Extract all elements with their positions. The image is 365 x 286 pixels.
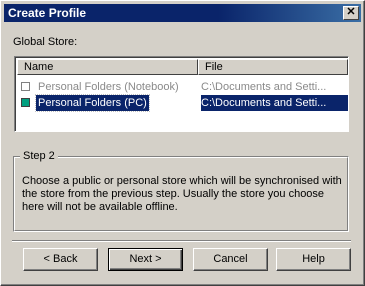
list-item[interactable]: Personal Folders (Notebook) C:\Documents… bbox=[17, 79, 348, 95]
cancel-button[interactable]: Cancel bbox=[193, 248, 268, 271]
help-button[interactable]: Help bbox=[276, 248, 351, 271]
checkbox-icon[interactable] bbox=[21, 82, 30, 91]
store-file: C:\Documents and Setti... bbox=[201, 81, 327, 93]
store-list[interactable]: Name File Personal Folders (Notebook) C:… bbox=[14, 56, 349, 132]
store-name: Personal Folders (Notebook) bbox=[38, 81, 179, 93]
list-header: Name File bbox=[17, 59, 348, 75]
dialog-title: Create Profile bbox=[8, 6, 87, 20]
step-title: Step 2 bbox=[20, 150, 58, 162]
close-button[interactable]: ✕ bbox=[343, 6, 359, 20]
store-name: Personal Folders (PC) bbox=[35, 94, 150, 112]
close-icon: ✕ bbox=[346, 6, 356, 18]
column-header-file[interactable]: File bbox=[198, 59, 348, 75]
next-button[interactable]: Next > bbox=[108, 248, 183, 271]
global-store-label: Global Store: bbox=[13, 36, 78, 48]
divider bbox=[12, 240, 351, 242]
list-item-selected[interactable]: Personal Folders (PC) C:\Documents and S… bbox=[17, 94, 348, 112]
column-header-name[interactable]: Name bbox=[17, 59, 198, 75]
back-button[interactable]: < Back bbox=[23, 248, 98, 271]
step-description: Choose a public or personal store which … bbox=[22, 175, 342, 213]
checkbox-icon[interactable] bbox=[21, 98, 30, 107]
store-file: C:\Documents and Setti... bbox=[201, 97, 327, 109]
title-bar[interactable]: Create Profile ✕ bbox=[4, 4, 361, 22]
